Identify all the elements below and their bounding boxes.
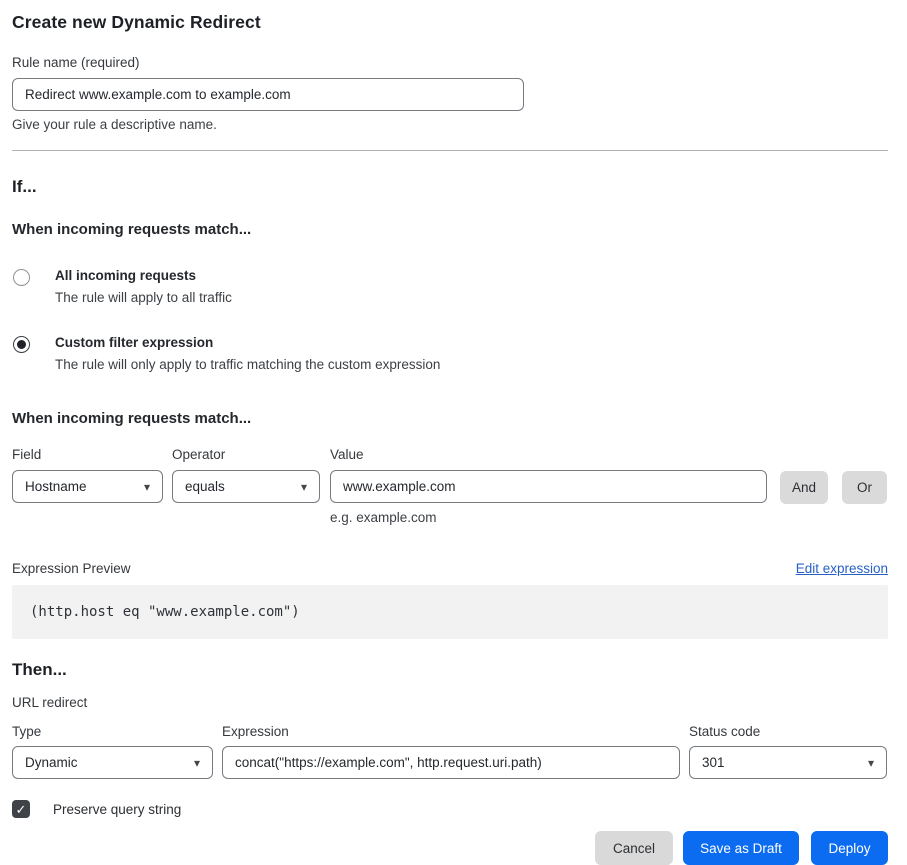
page-title: Create new Dynamic Redirect	[12, 12, 888, 33]
radio-desc-custom-filter: The rule will only apply to traffic matc…	[55, 357, 440, 372]
field-label: Field	[12, 447, 163, 462]
expression-input[interactable]	[222, 746, 680, 779]
cancel-button[interactable]: Cancel	[595, 831, 673, 865]
redirect-config-row: Type Dynamic ▾ Expression Status code 30…	[12, 724, 888, 779]
expression-label: Expression	[222, 724, 680, 739]
field-select[interactable]: Hostname ▾	[12, 470, 163, 503]
chevron-down-icon: ▾	[301, 481, 307, 493]
value-label: Value	[330, 447, 767, 462]
value-input[interactable]	[330, 470, 767, 503]
rule-name-help: Give your rule a descriptive name.	[12, 117, 888, 132]
radio-label-all-requests: All incoming requests	[55, 268, 232, 283]
rule-name-label: Rule name (required)	[12, 55, 888, 70]
url-redirect-label: URL redirect	[12, 695, 888, 710]
create-dynamic-redirect-form: Create new Dynamic Redirect Rule name (r…	[0, 0, 907, 865]
if-heading: If...	[12, 177, 888, 197]
preserve-query-row: ✓ Preserve query string	[12, 800, 888, 818]
expression-preview-code: (http.host eq "www.example.com")	[12, 585, 888, 639]
field-select-value: Hostname	[25, 479, 87, 494]
operator-select-value: equals	[185, 479, 225, 494]
radio-label-custom-filter: Custom filter expression	[55, 335, 440, 350]
status-code-select-value: 301	[702, 755, 725, 770]
radio-unselected-icon[interactable]	[13, 269, 30, 286]
radio-desc-all-requests: The rule will apply to all traffic	[55, 290, 232, 305]
radio-option-custom-filter[interactable]: Custom filter expression The rule will o…	[12, 335, 888, 372]
edit-expression-link[interactable]: Edit expression	[796, 561, 888, 576]
chevron-down-icon: ▾	[144, 481, 150, 493]
expression-preview-label: Expression Preview	[12, 561, 131, 576]
if-subheading: When incoming requests match...	[12, 221, 888, 238]
status-code-select[interactable]: 301 ▾	[689, 746, 887, 779]
radio-option-all-requests[interactable]: All incoming requests The rule will appl…	[12, 268, 888, 305]
rule-name-input[interactable]	[12, 78, 524, 111]
preserve-query-label: Preserve query string	[53, 802, 181, 817]
type-select[interactable]: Dynamic ▾	[12, 746, 213, 779]
expression-preview-header: Expression Preview Edit expression	[12, 561, 888, 576]
type-select-value: Dynamic	[25, 755, 78, 770]
or-button[interactable]: Or	[842, 471, 887, 504]
save-as-draft-button[interactable]: Save as Draft	[683, 831, 799, 865]
section-divider	[12, 150, 888, 151]
status-code-label: Status code	[689, 724, 887, 739]
operator-label: Operator	[172, 447, 320, 462]
rule-name-group: Rule name (required) Give your rule a de…	[12, 55, 888, 132]
checkmark-icon: ✓	[16, 803, 27, 816]
chevron-down-icon: ▾	[868, 757, 874, 769]
operator-select[interactable]: equals ▾	[172, 470, 320, 503]
and-button[interactable]: And	[780, 471, 828, 504]
filter-builder-row: Field Hostname ▾ Operator equals ▾ Value…	[12, 447, 888, 525]
value-help: e.g. example.com	[330, 510, 767, 525]
filter-heading: When incoming requests match...	[12, 410, 888, 427]
radio-selected-icon[interactable]	[13, 336, 30, 353]
chevron-down-icon: ▾	[194, 757, 200, 769]
preserve-query-checkbox[interactable]: ✓	[12, 800, 30, 818]
footer-actions: Cancel Save as Draft Deploy	[12, 831, 888, 865]
then-heading: Then...	[12, 660, 888, 680]
deploy-button[interactable]: Deploy	[811, 831, 888, 865]
type-label: Type	[12, 724, 213, 739]
